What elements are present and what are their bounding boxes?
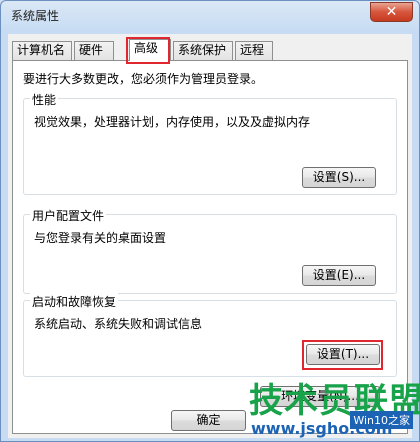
close-icon: ✕ <box>385 4 398 20</box>
tab-remote[interactable]: 远程 <box>235 41 273 60</box>
system-properties-window: 系统属性 ✕ 计算机名 硬件 高级 系统保护 远程 要进行大多数更改，您必须作为… <box>0 0 420 442</box>
ok-button[interactable]: 确定 <box>171 410 246 431</box>
dialog-client-area: 计算机名 硬件 高级 系统保护 远程 要进行大多数更改，您必须作为管理员登录。 … <box>8 34 412 438</box>
admin-notice: 要进行大多数更改，您必须作为管理员登录。 <box>23 72 264 86</box>
tab-computer-name[interactable]: 计算机名 <box>12 41 72 60</box>
environment-variables-button[interactable]: 环境变量(N)... <box>260 386 380 407</box>
advanced-tab-highlight <box>126 37 170 64</box>
startup-recovery-title: 启动和故障恢复 <box>30 293 119 310</box>
performance-group: 性能 视觉效果，处理器计划，内存使用，以及及虚拟内存 设置(S)... <box>23 91 397 195</box>
user-profiles-group: 用户配置文件 与您登录有关的桌面设置 设置(E)... <box>23 207 397 294</box>
tab-system-protection[interactable]: 系统保护 <box>173 41 233 60</box>
advanced-tab-panel: 要进行大多数更改，您必须作为管理员登录。 性能 视觉效果，处理器计划，内存使用，… <box>12 60 408 434</box>
user-profiles-description: 与您登录有关的桌面设置 <box>34 231 167 245</box>
performance-settings-button[interactable]: 设置(S)... <box>302 167 376 188</box>
window-title: 系统属性 <box>11 9 60 23</box>
user-profiles-title: 用户配置文件 <box>30 207 107 224</box>
startup-settings-highlight <box>302 340 383 370</box>
performance-description: 视觉效果，处理器计划，内存使用，以及及虚拟内存 <box>34 115 311 129</box>
tab-hardware[interactable]: 硬件 <box>74 41 114 60</box>
startup-recovery-description: 系统启动、系统失败和调试信息 <box>34 317 203 331</box>
user-profiles-settings-button[interactable]: 设置(E)... <box>302 265 376 286</box>
close-button[interactable]: ✕ <box>370 2 413 22</box>
title-bar[interactable]: 系统属性 ✕ <box>1 1 419 29</box>
performance-title: 性能 <box>30 91 59 108</box>
